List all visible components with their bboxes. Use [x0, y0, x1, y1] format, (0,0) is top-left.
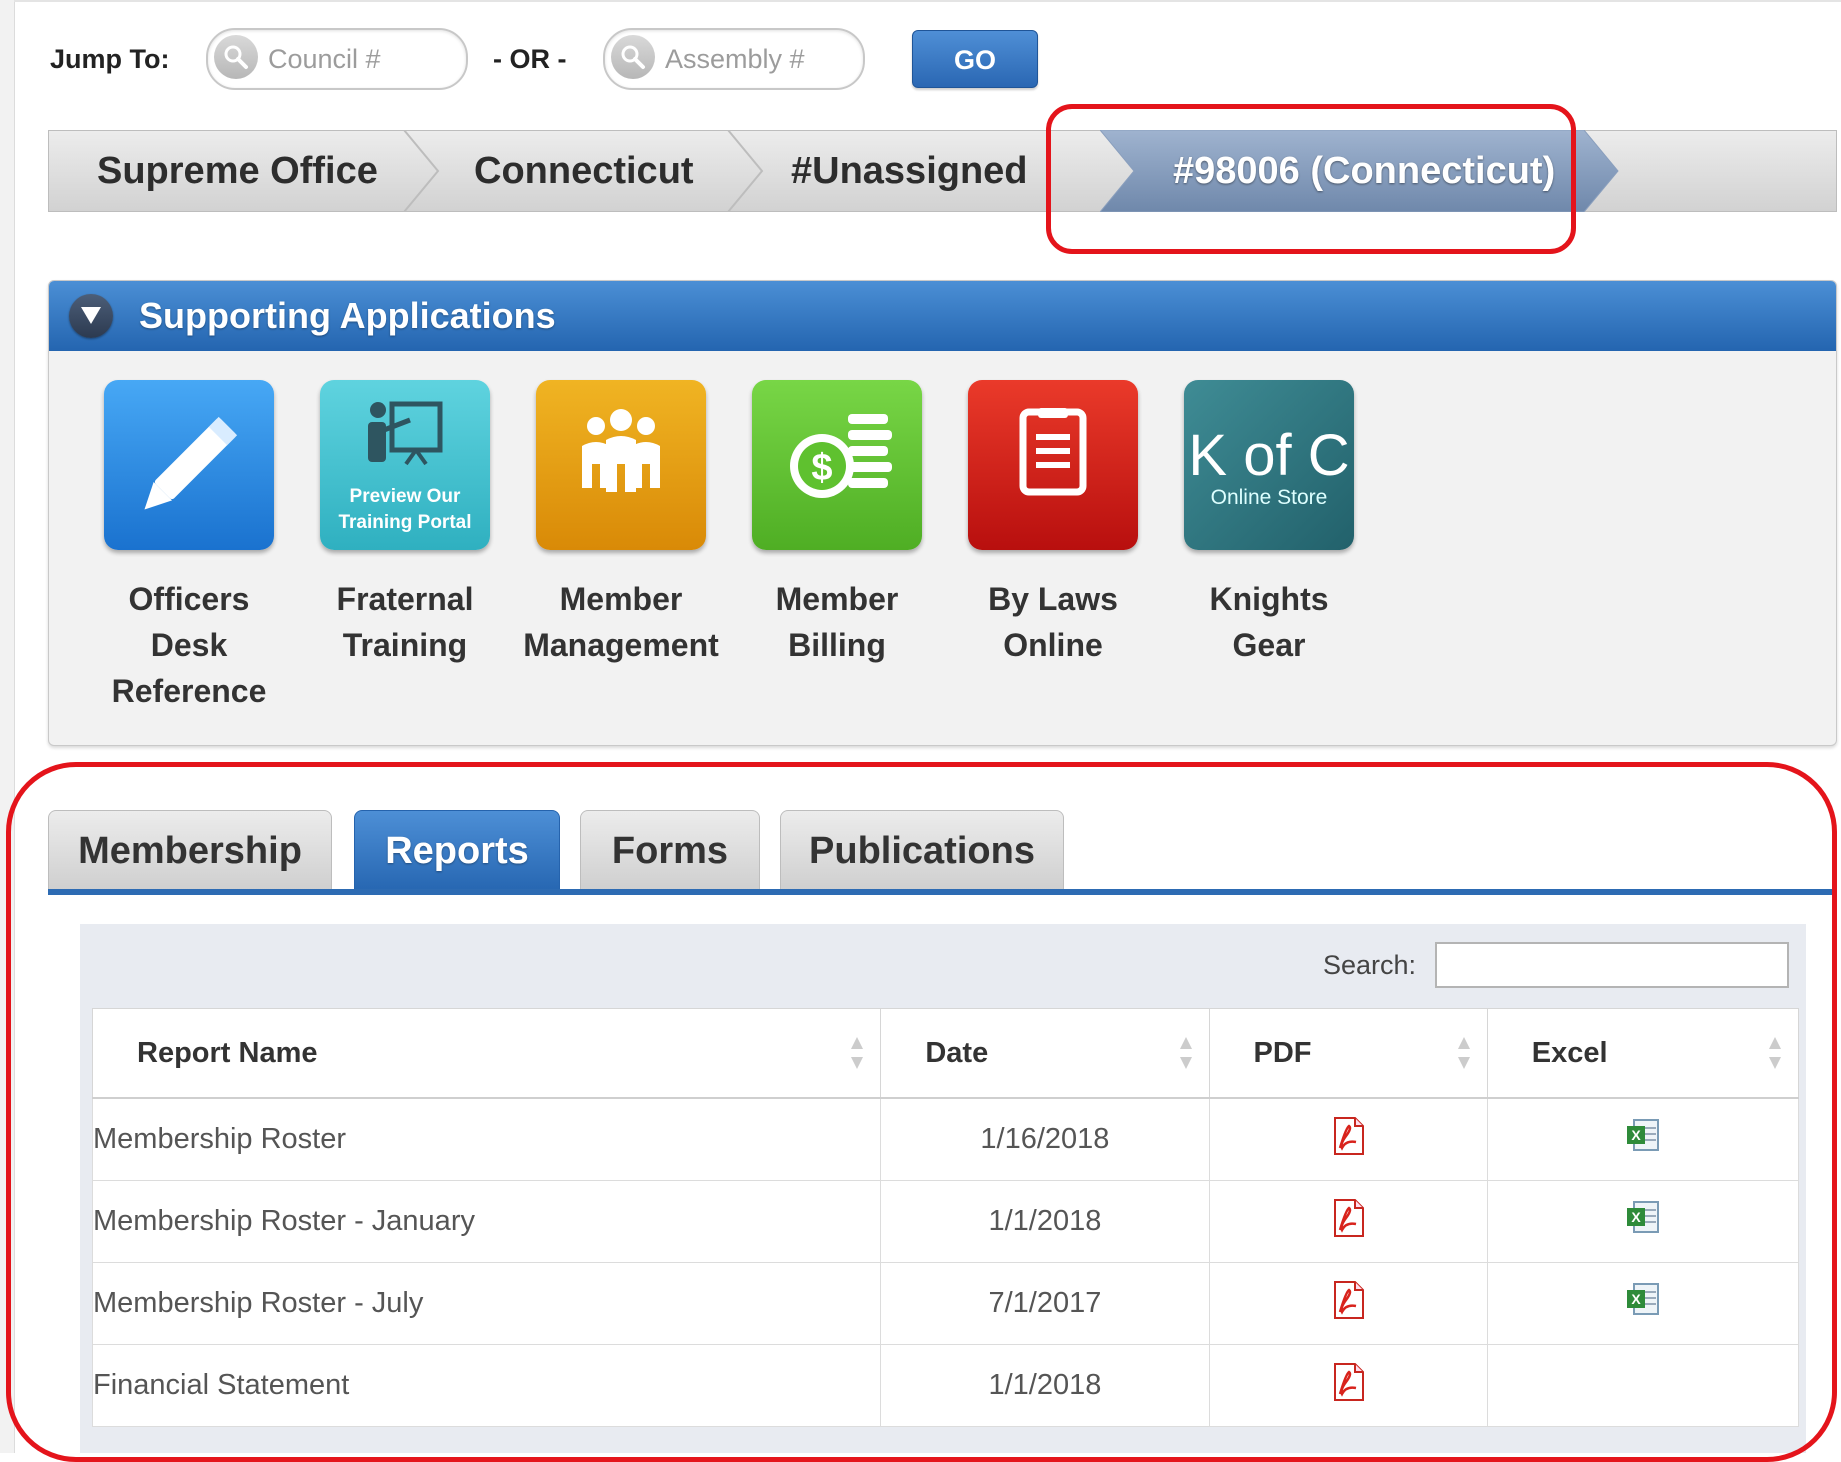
pencil-icon[interactable] — [104, 380, 274, 550]
kofc-logo-subtext: Online Store — [1210, 486, 1328, 509]
app-label-line: Gear — [1232, 627, 1306, 663]
breadcrumb-item-connecticut[interactable]: Connecticut — [474, 131, 694, 211]
kofc-logo-text: K of C — [1188, 423, 1350, 488]
document-icon[interactable] — [968, 380, 1138, 550]
assembly-number-input[interactable] — [663, 40, 857, 78]
training-tile-text: Training Portal — [338, 512, 472, 533]
chevron-right-icon — [727, 130, 764, 212]
council-search-field[interactable] — [206, 28, 468, 90]
collapse-toggle-icon[interactable] — [69, 294, 113, 338]
kofc-store-icon[interactable]: K of C Online Store — [1184, 380, 1354, 550]
coins-icon[interactable]: $ — [752, 380, 922, 550]
breadcrumb-item-supreme-office[interactable]: Supreme Office — [97, 131, 378, 211]
search-icon — [214, 35, 258, 79]
app-label-line: By Laws — [988, 581, 1118, 617]
app-label-line: Reference — [111, 673, 267, 709]
app-label-line: Training — [342, 627, 468, 663]
app-label-line: Fraternal — [336, 581, 474, 617]
app-label-line: Knights — [1209, 581, 1329, 617]
or-separator: - OR - — [493, 44, 567, 74]
jump-to-label: Jump To: — [50, 44, 170, 74]
breadcrumb-item-unassigned[interactable]: #Unassigned — [791, 131, 1028, 211]
supporting-applications-panel: Supporting Applications — [48, 280, 1837, 746]
search-icon — [611, 35, 655, 79]
go-button[interactable]: GO — [912, 30, 1038, 88]
training-tile-text: Preview Our — [349, 486, 461, 507]
assembly-search-field[interactable] — [603, 28, 865, 90]
app-label-line: Billing — [788, 627, 886, 663]
council-number-input[interactable] — [266, 40, 460, 78]
app-label-line: Member — [775, 581, 899, 617]
presentation-icon[interactable]: Preview Our Training Portal — [320, 380, 490, 550]
app-label-line: Online — [1003, 627, 1103, 663]
svg-text:$: $ — [811, 447, 832, 489]
chevron-right-icon — [403, 130, 440, 212]
app-label-line: Officers — [128, 581, 250, 617]
panel-header[interactable]: Supporting Applications — [49, 281, 1836, 351]
highlight-callout-reports — [6, 762, 1837, 1462]
app-label-line: Management — [523, 627, 719, 663]
app-label-line: Member — [559, 581, 683, 617]
highlight-callout-breadcrumb — [1046, 104, 1576, 254]
app-label-line: Desk — [150, 627, 228, 663]
top-divider — [14, 0, 1841, 2]
panel-title: Supporting Applications — [139, 295, 556, 336]
people-icon[interactable] — [536, 380, 706, 550]
